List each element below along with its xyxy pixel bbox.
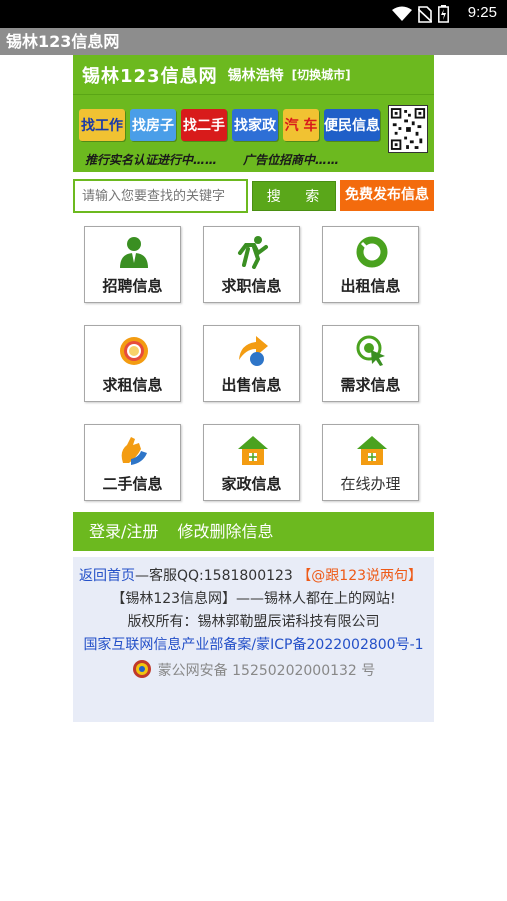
category-housekeeping[interactable]: 家政信息 bbox=[203, 424, 300, 501]
user-nav-bar: 登录/注册 修改删除信息 bbox=[73, 512, 434, 551]
person-icon bbox=[120, 237, 148, 268]
site-header: 锡林123信息网 锡林浩特 [切换城市] bbox=[73, 55, 434, 94]
edit-delete-link[interactable]: 修改删除信息 bbox=[178, 522, 274, 541]
ad-banner[interactable]: 找工作 找房子 找二手 找家政 汽 车 便民信息 推行实名认证进行中…… 广告位… bbox=[73, 94, 434, 172]
category-rental[interactable]: 出租信息 bbox=[322, 226, 419, 303]
category-label: 出租信息 bbox=[340, 277, 401, 295]
footer-copyright: 版权所有：锡林郭勒盟辰诺科技有限公司 bbox=[127, 614, 380, 630]
login-register-link[interactable]: 登录/注册 bbox=[89, 522, 158, 541]
orb-icon bbox=[120, 337, 148, 365]
category-label: 招聘信息 bbox=[102, 277, 163, 295]
window-title: 锡林123信息网 bbox=[0, 28, 507, 55]
house-icon bbox=[357, 436, 387, 465]
banner-tags: 找工作 找房子 找二手 找家政 汽 车 便民信息 bbox=[79, 109, 380, 141]
category-label: 在线办理 bbox=[340, 475, 401, 493]
battery-icon bbox=[438, 5, 449, 23]
category-demand[interactable]: 需求信息 bbox=[322, 325, 419, 402]
search-button[interactable]: 搜 索 bbox=[252, 181, 336, 211]
police-record-text: 蒙公网安备 15250202000132 号 bbox=[157, 663, 376, 679]
search-input[interactable] bbox=[73, 179, 248, 213]
footer-slogan: 【锡林123信息网】——锡林人都在上的网站! bbox=[111, 591, 396, 607]
home-link[interactable]: 返回首页 bbox=[79, 568, 135, 584]
banner-tag-job: 找工作 bbox=[79, 109, 125, 141]
category-for-sale[interactable]: 出售信息 bbox=[203, 325, 300, 402]
no-sim-icon bbox=[418, 5, 432, 23]
banner-tag-secondhand: 找二手 bbox=[181, 109, 227, 141]
site-name[interactable]: 锡林123信息网 bbox=[82, 62, 218, 88]
category-label: 需求信息 bbox=[340, 376, 401, 394]
arrow-icon bbox=[239, 336, 268, 366]
hand-icon bbox=[121, 437, 147, 465]
banner-notice: 推行实名认证进行中…… bbox=[85, 153, 218, 167]
category-recruitment[interactable]: 招聘信息 bbox=[84, 226, 181, 303]
switch-city-link[interactable]: [切换城市] bbox=[292, 66, 351, 83]
target-icon bbox=[356, 335, 385, 366]
banner-tag-car: 汽 车 bbox=[283, 109, 319, 141]
category-label: 二手信息 bbox=[102, 475, 163, 493]
post-info-button[interactable]: 免费发布信息 bbox=[340, 180, 434, 211]
category-label: 出售信息 bbox=[221, 376, 282, 394]
search-bar: 搜 索 免费发布信息 bbox=[73, 179, 434, 213]
banner-tag-house: 找房子 bbox=[130, 109, 176, 141]
current-city: 锡林浩特 bbox=[227, 67, 284, 84]
category-label: 求租信息 bbox=[102, 376, 163, 394]
banner-tag-convenience: 便民信息 bbox=[324, 109, 380, 141]
qr-code-icon bbox=[388, 105, 428, 153]
customer-service-text: —客服QQ:1581800123 bbox=[135, 568, 293, 584]
category-rent-wanted[interactable]: 求租信息 bbox=[84, 325, 181, 402]
house-icon bbox=[238, 436, 268, 465]
footer-links-row: 返回首页—客服QQ:1581800123 【@跟123说两句】 bbox=[73, 565, 434, 585]
status-bar: 9:25 bbox=[0, 0, 507, 28]
page-footer: 返回首页—客服QQ:1581800123 【@跟123说两句】 【锡林123信息… bbox=[73, 557, 434, 722]
status-icons bbox=[392, 5, 449, 23]
footer-icp-row: 国家互联网信息产业部备案/蒙ICP备2022002800号-1 bbox=[73, 634, 434, 654]
category-online-service[interactable]: 在线办理 bbox=[322, 424, 419, 501]
runner-icon bbox=[238, 236, 268, 269]
clock: 9:25 bbox=[467, 4, 497, 21]
police-badge-icon bbox=[132, 660, 151, 678]
category-job-seeking[interactable]: 求职信息 bbox=[203, 226, 300, 303]
page-content: 锡林123信息网 锡林浩特 [切换城市] 找工作 找房子 找二手 找家政 汽 车… bbox=[73, 55, 434, 722]
ring-icon bbox=[356, 236, 388, 268]
banner-tag-housekeeping: 找家政 bbox=[232, 109, 278, 141]
banner-ad-notice: 广告位招商中…… bbox=[243, 153, 340, 167]
footer-police-row: 蒙公网安备 15250202000132 号 bbox=[73, 659, 434, 680]
category-label: 求职信息 bbox=[221, 277, 282, 295]
icp-link[interactable]: 国家互联网信息产业部备案/蒙ICP备2022002800号-1 bbox=[83, 637, 423, 653]
category-label: 家政信息 bbox=[221, 475, 282, 493]
category-secondhand[interactable]: 二手信息 bbox=[84, 424, 181, 501]
wifi-icon bbox=[392, 6, 412, 21]
feedback-link[interactable]: 【@跟123说两句】 bbox=[297, 568, 422, 584]
